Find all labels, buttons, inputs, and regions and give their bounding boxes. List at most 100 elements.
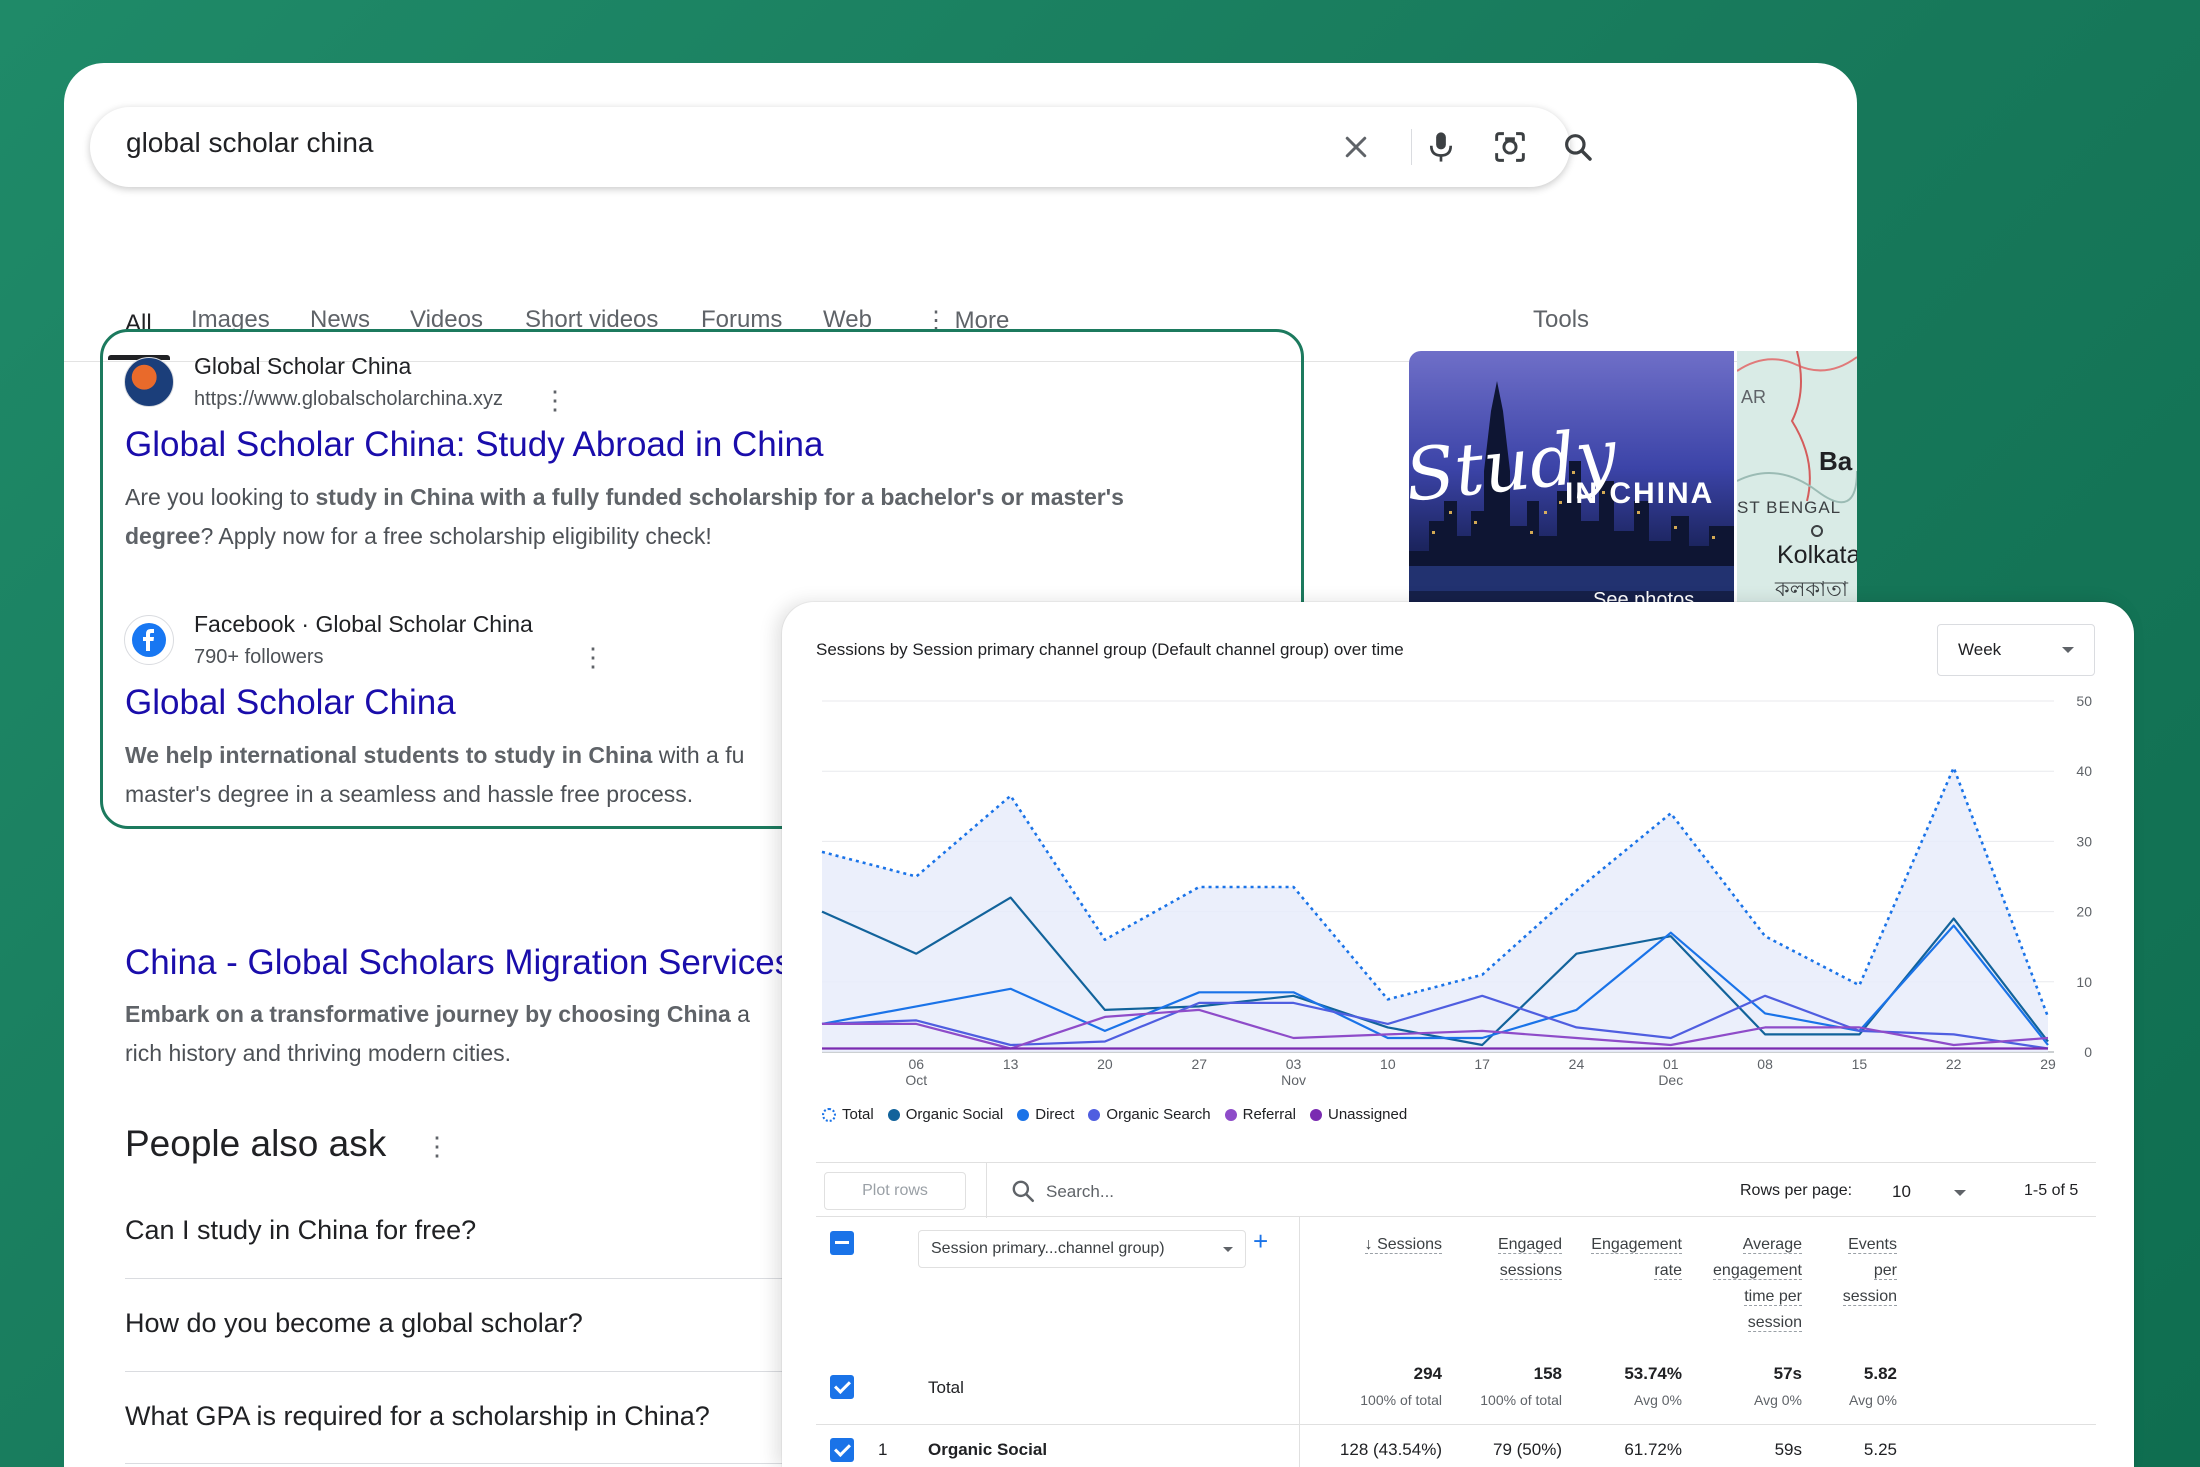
people-also-ask-title: People also ask [125, 1123, 387, 1164]
rows-per-page-select[interactable]: 10 [1892, 1182, 1911, 1202]
row-divider [816, 1424, 2096, 1425]
result-2-followers: 790+ followers [194, 646, 324, 668]
toolbar-divider [986, 1162, 987, 1218]
thumbnail-caption: IN CHINA [1565, 477, 1715, 510]
x-tick-label: 10 [1380, 1056, 1396, 1072]
snippet-bold: degree [125, 523, 201, 549]
x-tick-label: 24 [1569, 1056, 1585, 1072]
x-tick-label-month: Oct [905, 1072, 927, 1088]
result-2-title[interactable]: Global Scholar China [125, 683, 456, 723]
y-tick-label: 10 [2076, 974, 2092, 990]
snippet-bold: Embark on a transformative journey by ch… [125, 1001, 731, 1027]
paa-more-icon[interactable]: ⋮ [424, 1133, 450, 1159]
paa-question[interactable]: How do you become a global scholar? [125, 1308, 583, 1339]
search-bar-divider [1411, 129, 1412, 165]
tools-button[interactable]: Tools [1533, 306, 1589, 334]
legend-item-organic-social[interactable]: Organic Social [887, 1106, 1004, 1123]
legend-item-organic-search[interactable]: Organic Search [1088, 1106, 1211, 1123]
facebook-icon [124, 615, 174, 665]
total-events-per-session: 5.82 [1863, 1364, 1897, 1383]
x-tick-label: 03 [1286, 1056, 1302, 1072]
snippet-text: with a fu [652, 742, 745, 768]
x-tick-label: 27 [1191, 1056, 1207, 1072]
x-tick-label: 20 [1097, 1056, 1113, 1072]
result-2-snippet: We help international students to study … [125, 736, 744, 814]
search-bar[interactable]: global scholar china [90, 107, 1592, 187]
paa-question[interactable]: Can I study in China for free? [125, 1215, 476, 1246]
total-events-per-session-sub: Avg 0% [1849, 1392, 1897, 1408]
legend-item-total[interactable]: Total [822, 1106, 874, 1123]
legend-label: Unassigned [1327, 1106, 1408, 1123]
pagination-label: 1-5 of 5 [2024, 1182, 2079, 1199]
y-tick-label: 30 [2076, 833, 2092, 849]
plot-rows-button[interactable]: Plot rows [824, 1172, 966, 1210]
row-events-per-session: 5.25 [1863, 1440, 1897, 1459]
analytics-card: Sessions by Session primary channel grou… [782, 602, 2134, 1467]
snippet-bold: study in China with a fully funded schol… [315, 484, 1124, 510]
legend-swatch [1224, 1108, 1237, 1121]
legend-label: Referral [1242, 1106, 1296, 1123]
plot-rows-label: Plot rows [862, 1182, 928, 1199]
column-header-events-per-session[interactable]: Events per session [1557, 1232, 1897, 1310]
clear-icon[interactable] [1332, 123, 1380, 171]
search-input[interactable]: global scholar china [126, 127, 374, 159]
map-label: Ba [1819, 446, 1853, 476]
legend-label: Direct [1035, 1106, 1075, 1123]
sessions-line-chart: 0 10 20 30 40 50 06Oct 13 20 27 03Nov 10 17 24 01Dec 08… [821, 693, 2092, 1088]
paa-question[interactable]: What GPA is required for a scholarship i… [125, 1401, 710, 1432]
x-tick-label: 29 [2040, 1056, 2056, 1072]
result-1-more-icon[interactable]: ⋮ [542, 387, 568, 413]
x-tick-label: 06 [909, 1056, 925, 1072]
legend-label: Total [842, 1106, 874, 1123]
snippet-text: Are you looking to [125, 484, 316, 510]
table-search-input[interactable]: Search... [1046, 1182, 1114, 1202]
dropdown-arrow-icon[interactable] [1954, 1190, 1966, 1196]
y-tick-label: 50 [2076, 693, 2092, 709]
result-1-title[interactable]: Global Scholar China: Study Abroad in Ch… [125, 425, 823, 465]
legend-item-unassigned[interactable]: Unassigned [1309, 1106, 1408, 1123]
x-tick-label-month: Nov [1281, 1072, 1306, 1088]
result-3-snippet: Embark on a transformative journey by ch… [125, 995, 750, 1073]
result-1-site[interactable]: Global Scholar China [194, 353, 411, 380]
column-header-label: session [1747, 1314, 1802, 1332]
table-top-divider [816, 1162, 2096, 1163]
x-tick-label: 13 [1003, 1056, 1019, 1072]
row-rank: 1 [878, 1440, 888, 1459]
study-in-china-image[interactable]: Study IN CHINA See photos [1409, 351, 1734, 611]
map-label: Kolkata [1777, 541, 1857, 569]
legend-item-direct[interactable]: Direct [1017, 1106, 1074, 1123]
microphone-icon[interactable] [1417, 123, 1465, 171]
x-tick-label: 22 [1946, 1056, 1962, 1072]
legend-swatch [822, 1107, 836, 1122]
y-tick-label: 40 [2076, 763, 2092, 779]
total-row-label: Total [928, 1378, 964, 1397]
x-tick-label: 08 [1757, 1056, 1773, 1072]
row-label[interactable]: Organic Social [928, 1440, 1047, 1460]
column-header-label: Events [1848, 1236, 1897, 1254]
legend-item-referral[interactable]: Referral [1224, 1106, 1296, 1123]
result-3-title[interactable]: China - Global Scholars Migration Servic… [125, 943, 792, 983]
select-all-checkbox[interactable] [830, 1231, 854, 1255]
map-image[interactable]: AR Ba ST BENGAL Kolkata কলকাতা [1737, 351, 1857, 611]
snippet-text: ? Apply now for a free scholarship eligi… [200, 523, 712, 549]
camera-lens-icon[interactable] [1486, 123, 1534, 171]
legend-swatch [1017, 1108, 1030, 1121]
legend-label: Organic Social [905, 1106, 1004, 1123]
result-1-url[interactable]: https://www.globalscholarchina.xyz [194, 388, 503, 411]
x-tick-label: 15 [1852, 1056, 1868, 1072]
legend-swatch [1309, 1108, 1322, 1121]
snippet-text: a [730, 1001, 750, 1027]
search-icon[interactable] [1554, 123, 1602, 171]
rows-per-page-label: Rows per page: [1740, 1182, 1853, 1199]
column-header-label: session [1842, 1288, 1897, 1306]
y-tick-label: 0 [2084, 1044, 2092, 1060]
site-favicon [124, 357, 174, 407]
map-label: AR [1741, 387, 1767, 407]
result-2-more-icon[interactable]: ⋮ [580, 644, 606, 670]
y-tick-label: 20 [2076, 904, 2092, 920]
row-checkbox[interactable] [830, 1438, 854, 1462]
result-2-site[interactable]: Facebook · Global Scholar China [194, 611, 533, 638]
x-tick-label-month: Dec [1658, 1072, 1683, 1088]
snippet-bold: We help international students to study … [125, 742, 653, 768]
total-row-checkbox[interactable] [830, 1375, 854, 1399]
